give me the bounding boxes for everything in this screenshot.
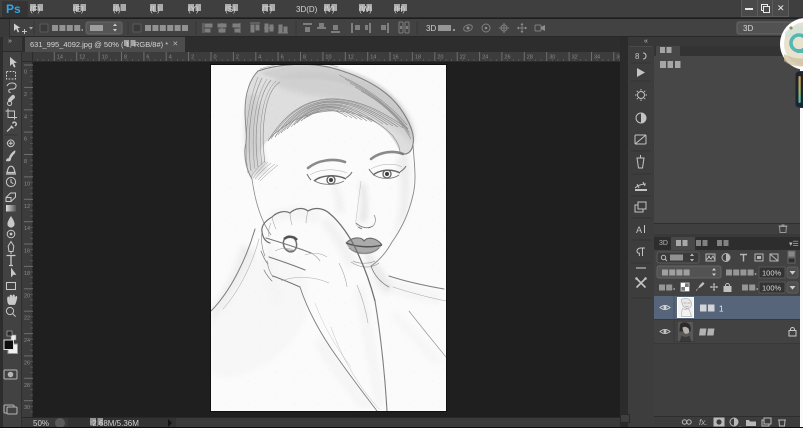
svg-text:30: 30 — [24, 405, 30, 411]
svg-text:18: 18 — [24, 271, 30, 277]
svg-text:14: 14 — [24, 226, 30, 232]
svg-text:0: 0 — [214, 55, 217, 61]
svg-text:4: 4 — [24, 114, 27, 120]
svg-text:4: 4 — [169, 55, 172, 61]
svg-text:2: 2 — [236, 55, 239, 61]
svg-text:12: 12 — [24, 204, 30, 210]
svg-text:24: 24 — [24, 338, 30, 344]
svg-text:6: 6 — [281, 55, 284, 61]
svg-text:3D: 3D — [426, 24, 436, 33]
svg-text:8: 8 — [24, 159, 27, 165]
svg-text:6: 6 — [24, 137, 27, 143]
svg-text:2: 2 — [24, 92, 27, 98]
svg-text:8: 8 — [635, 52, 640, 61]
svg-text:8: 8 — [303, 55, 306, 61]
svg-text:100%: 100% — [762, 284, 782, 293]
svg-text:8: 8 — [124, 55, 127, 61]
svg-text:20: 20 — [24, 293, 30, 299]
svg-text:4: 4 — [258, 55, 261, 61]
svg-text:2: 2 — [191, 55, 194, 61]
svg-text:100%: 100% — [762, 269, 782, 278]
svg-text:16: 16 — [24, 249, 30, 255]
svg-text:3D: 3D — [743, 24, 753, 33]
svg-text:1: 1 — [719, 305, 724, 314]
svg-text:28: 28 — [24, 383, 30, 389]
svg-text:0: 0 — [24, 70, 27, 76]
svg-text:26: 26 — [24, 360, 30, 366]
svg-text:fx.: fx. — [699, 418, 707, 427]
svg-text:6: 6 — [146, 55, 149, 61]
svg-text:10: 10 — [24, 181, 30, 187]
svg-text:A: A — [636, 225, 642, 235]
svg-text:22: 22 — [24, 316, 30, 322]
